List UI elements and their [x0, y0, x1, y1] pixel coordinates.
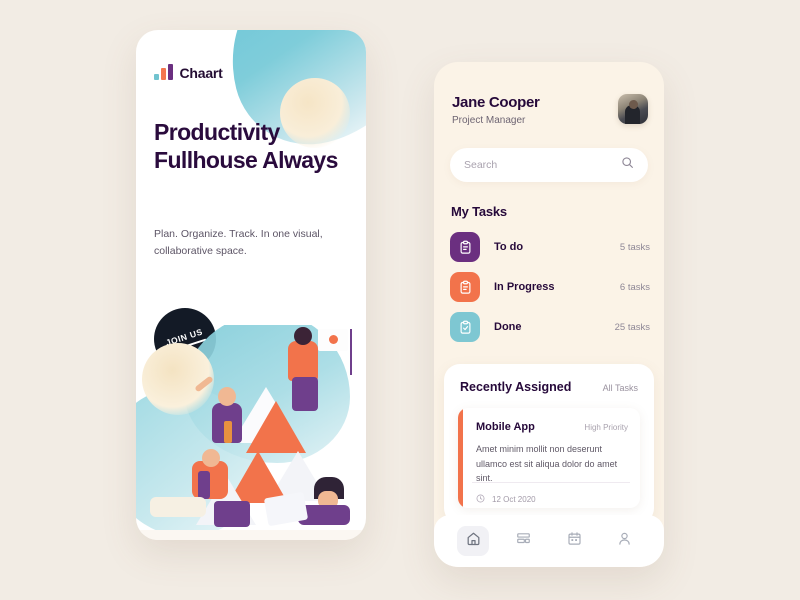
search-input[interactable]: [464, 159, 621, 171]
task-label: In Progress: [494, 281, 555, 293]
priority-accent-bar: [458, 408, 463, 508]
assigned-task-date: 12 Oct 2020: [492, 494, 536, 504]
clipboard-icon: [450, 272, 480, 302]
illustration-figure-strap: [198, 471, 210, 499]
assigned-task-date-row: 12 Oct 2020: [476, 490, 536, 508]
assigned-task-header: Mobile App High Priority: [476, 421, 628, 433]
search-icon[interactable]: [621, 156, 634, 174]
illustration-briefcase: [214, 501, 250, 527]
avatar[interactable]: [618, 94, 648, 124]
calendar-icon: [567, 531, 582, 551]
hero-illustration: [136, 325, 366, 540]
task-count: 6 tasks: [619, 281, 650, 293]
illustration-ground: [136, 530, 366, 540]
task-row-todo[interactable]: To do 5 tasks: [450, 230, 650, 264]
clipboard-check-icon: [450, 312, 480, 342]
search-bar[interactable]: [450, 148, 648, 182]
task-row-in-progress[interactable]: In Progress 6 tasks: [450, 270, 650, 304]
illustration-figure-head: [202, 449, 220, 467]
clipboard-icon: [450, 232, 480, 262]
home-icon: [466, 531, 481, 551]
my-tasks-heading: My Tasks: [451, 204, 507, 219]
nav-item-board[interactable]: [508, 526, 540, 556]
nav-item-profile[interactable]: [609, 526, 641, 556]
bar-chart-icon: [154, 64, 173, 80]
clock-icon: [476, 490, 485, 508]
user-header: Jane Cooper Project Manager: [452, 94, 648, 126]
recently-assigned-heading: Recently Assigned: [460, 380, 572, 394]
flag-icon: [318, 329, 348, 351]
illustration-figure-legs: [292, 377, 318, 411]
bottom-navigation: [434, 515, 664, 567]
illustration-figure-orange: [288, 341, 318, 381]
illustration-figure-tie: [224, 421, 232, 443]
user-role: Project Manager: [452, 115, 526, 126]
task-row-done[interactable]: Done 25 tasks: [450, 310, 650, 344]
all-tasks-link[interactable]: All Tasks: [603, 383, 638, 393]
task-count: 5 tasks: [619, 241, 650, 253]
task-label: Done: [494, 321, 522, 333]
divider: [472, 482, 630, 483]
assigned-task-description: Amet minim mollit non deserunt ullamco e…: [476, 444, 618, 484]
person-icon: [617, 531, 632, 551]
nav-item-home[interactable]: [457, 526, 490, 556]
recently-assigned-section: Recently Assigned All Tasks Mobile App H…: [444, 364, 654, 524]
assigned-task-title: Mobile App: [476, 421, 535, 433]
illustration-figure-head: [218, 387, 236, 406]
page-title: Productivity Fullhouse Always: [154, 119, 338, 174]
dashboard-phone-card: Jane Cooper Project Manager My Tasks: [434, 62, 664, 567]
nav-item-calendar[interactable]: [558, 526, 590, 556]
task-label: To do: [494, 241, 524, 253]
illustration-figure-head: [294, 327, 312, 345]
board-icon: [516, 531, 531, 551]
illustration-blob-cream: [142, 343, 214, 415]
logo-text: Chaart: [179, 65, 223, 81]
user-info: Jane Cooper Project Manager: [452, 94, 540, 126]
status-badge: High Priority: [584, 423, 628, 432]
assigned-task-card[interactable]: Mobile App High Priority Amet minim moll…: [458, 408, 640, 508]
task-list: To do 5 tasks In Progress 6 tasks Done 2…: [450, 230, 650, 350]
landing-phone-card: Chaart Productivity Fullhouse Always Pla…: [136, 30, 366, 540]
hero-subtitle: Plan. Organize. Track. In one visual, co…: [154, 228, 323, 257]
illustration-figure-legs: [150, 497, 206, 517]
flag-pole: [350, 329, 352, 375]
app-logo[interactable]: Chaart: [154, 64, 223, 80]
task-count: 25 tasks: [614, 321, 650, 333]
screenshot-root: Chaart Productivity Fullhouse Always Pla…: [0, 0, 800, 600]
user-name: Jane Cooper: [452, 94, 540, 111]
